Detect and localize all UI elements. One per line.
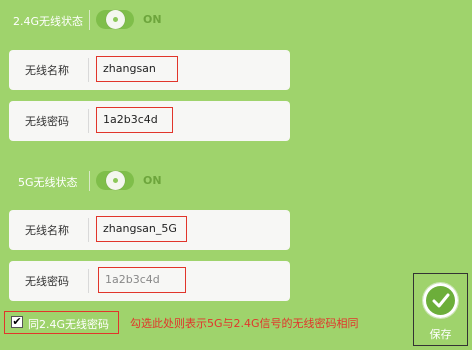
status-divider (89, 10, 90, 30)
wifi-5g-name-input[interactable]: zhangsan_5G (96, 216, 187, 242)
wifi-5g-name-label: 无线名称 (25, 224, 69, 237)
field-separator (88, 269, 89, 293)
wifi-5g-toggle[interactable] (96, 171, 134, 190)
wifi-24g-password-input[interactable]: 1a2b3c4d (96, 107, 173, 133)
wifi-5g-name-panel: 无线名称 zhangsan_5G (9, 210, 290, 250)
field-separator (88, 218, 89, 242)
same-password-note: 勾选此处则表示5G与2.4G信号的无线密码相同 (130, 317, 359, 330)
same-password-checkbox[interactable]: ✔ (11, 316, 23, 328)
wifi-5g-password-label: 无线密码 (25, 275, 69, 288)
wifi-5g-password-panel: 无线密码 1a2b3c4d (9, 261, 290, 301)
wifi-24g-toggle-state: ON (143, 13, 162, 26)
field-separator (88, 58, 89, 82)
wifi-24g-status-label: 2.4G无线状态 (13, 15, 84, 28)
field-separator (88, 109, 89, 133)
toggle-knob (106, 171, 125, 190)
wifi-24g-name-input[interactable]: zhangsan (96, 56, 178, 82)
wifi-24g-toggle[interactable] (96, 10, 134, 29)
wifi-24g-name-label: 无线名称 (25, 64, 69, 77)
wifi-24g-name-panel: 无线名称 zhangsan (9, 50, 290, 90)
same-password-option[interactable]: ✔ 同2.4G无线密码 (4, 311, 119, 334)
wifi-24g-password-label: 无线密码 (25, 115, 69, 128)
wifi-5g-password-input[interactable]: 1a2b3c4d (98, 267, 186, 293)
same-password-label: 同2.4G无线密码 (28, 318, 110, 331)
wifi-5g-status-label: 5G无线状态 (18, 176, 78, 189)
status-divider (89, 171, 90, 191)
wifi-24g-password-panel: 无线密码 1a2b3c4d (9, 101, 290, 141)
toggle-knob (106, 10, 125, 29)
save-circle (423, 283, 458, 318)
check-icon (432, 293, 450, 308)
save-label: 保存 (429, 328, 452, 341)
wifi-5g-toggle-state: ON (143, 174, 162, 187)
save-button[interactable]: 保存 (413, 273, 468, 346)
